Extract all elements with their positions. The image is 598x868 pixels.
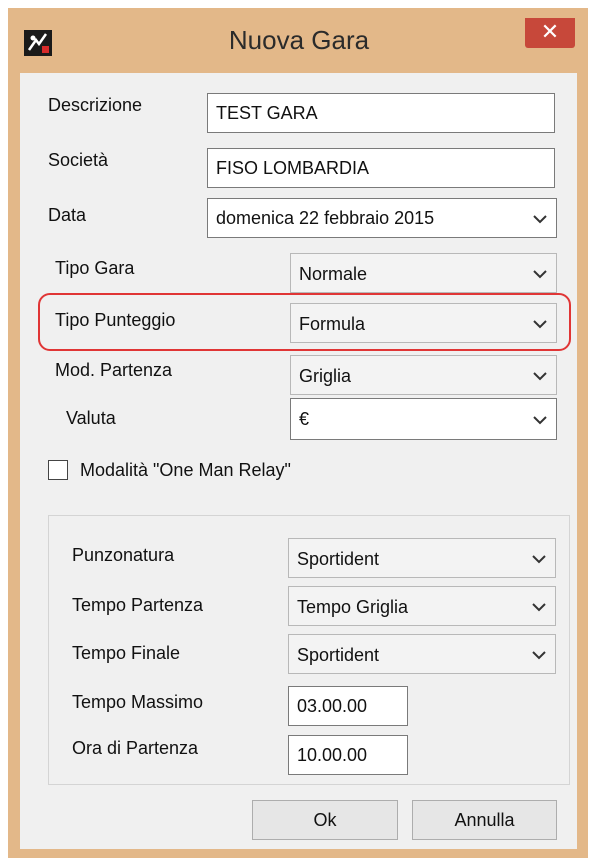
- window-title: Nuova Gara: [228, 25, 370, 55]
- punzonatura-select[interactable]: Sportident: [288, 538, 556, 578]
- mod-partenza-label: Mod. Partenza: [55, 360, 173, 380]
- one-man-relay-checkbox[interactable]: [48, 460, 68, 480]
- punzonatura-label: Punzonatura: [72, 545, 175, 565]
- chevron-down-icon: [532, 555, 546, 564]
- ok-button[interactable]: Ok: [252, 800, 398, 840]
- ora-partenza-field[interactable]: 10.00.00: [288, 735, 408, 775]
- data-value: domenica 22 febbraio 2015: [216, 208, 435, 228]
- tipo-gara-value: Normale: [299, 264, 368, 284]
- tipo-gara-select[interactable]: Normale: [290, 253, 557, 293]
- tempo-partenza-label: Tempo Partenza: [72, 595, 204, 615]
- tempo-finale-label: Tempo Finale: [72, 643, 181, 663]
- app-logo-icon: [24, 30, 52, 56]
- tipo-punteggio-select[interactable]: Formula: [290, 303, 557, 343]
- descrizione-field[interactable]: TEST GARA: [207, 93, 555, 133]
- tempo-finale-value: Sportident: [297, 645, 380, 665]
- data-date-picker[interactable]: domenica 22 febbraio 2015: [207, 198, 557, 238]
- tempo-partenza-select[interactable]: Tempo Griglia: [288, 586, 556, 626]
- annulla-button[interactable]: Annulla: [412, 800, 557, 840]
- tempo-finale-select[interactable]: Sportident: [288, 634, 556, 674]
- mod-partenza-select[interactable]: Griglia: [290, 355, 557, 395]
- chevron-down-icon: [532, 603, 546, 612]
- close-icon: ✕: [540, 19, 560, 44]
- chevron-down-icon: [533, 270, 547, 279]
- close-button[interactable]: ✕: [525, 18, 575, 48]
- tipo-gara-label: Tipo Gara: [55, 258, 135, 278]
- ora-partenza-label: Ora di Partenza: [72, 738, 199, 758]
- tipo-punteggio-label: Tipo Punteggio: [55, 310, 176, 330]
- descrizione-label: Descrizione: [48, 95, 143, 115]
- mod-partenza-value: Griglia: [299, 366, 352, 386]
- one-man-relay-label[interactable]: Modalità "One Man Relay": [80, 460, 291, 481]
- tempo-partenza-value: Tempo Griglia: [297, 597, 409, 617]
- data-label: Data: [48, 205, 87, 225]
- valuta-label: Valuta: [66, 408, 116, 428]
- punzonatura-value: Sportident: [297, 549, 380, 569]
- valuta-value: €: [299, 409, 310, 429]
- societa-label: Società: [48, 150, 109, 170]
- chevron-down-icon: [533, 320, 547, 329]
- tipo-punteggio-value: Formula: [299, 314, 366, 334]
- chevron-down-icon: [533, 215, 547, 224]
- valuta-select[interactable]: €: [290, 398, 557, 440]
- chevron-down-icon: [533, 416, 547, 425]
- chevron-down-icon: [533, 372, 547, 381]
- societa-field[interactable]: FISO LOMBARDIA: [207, 148, 555, 188]
- chevron-down-icon: [532, 651, 546, 660]
- tempo-massimo-field[interactable]: 03.00.00: [288, 686, 408, 726]
- tempo-massimo-label: Tempo Massimo: [72, 692, 204, 712]
